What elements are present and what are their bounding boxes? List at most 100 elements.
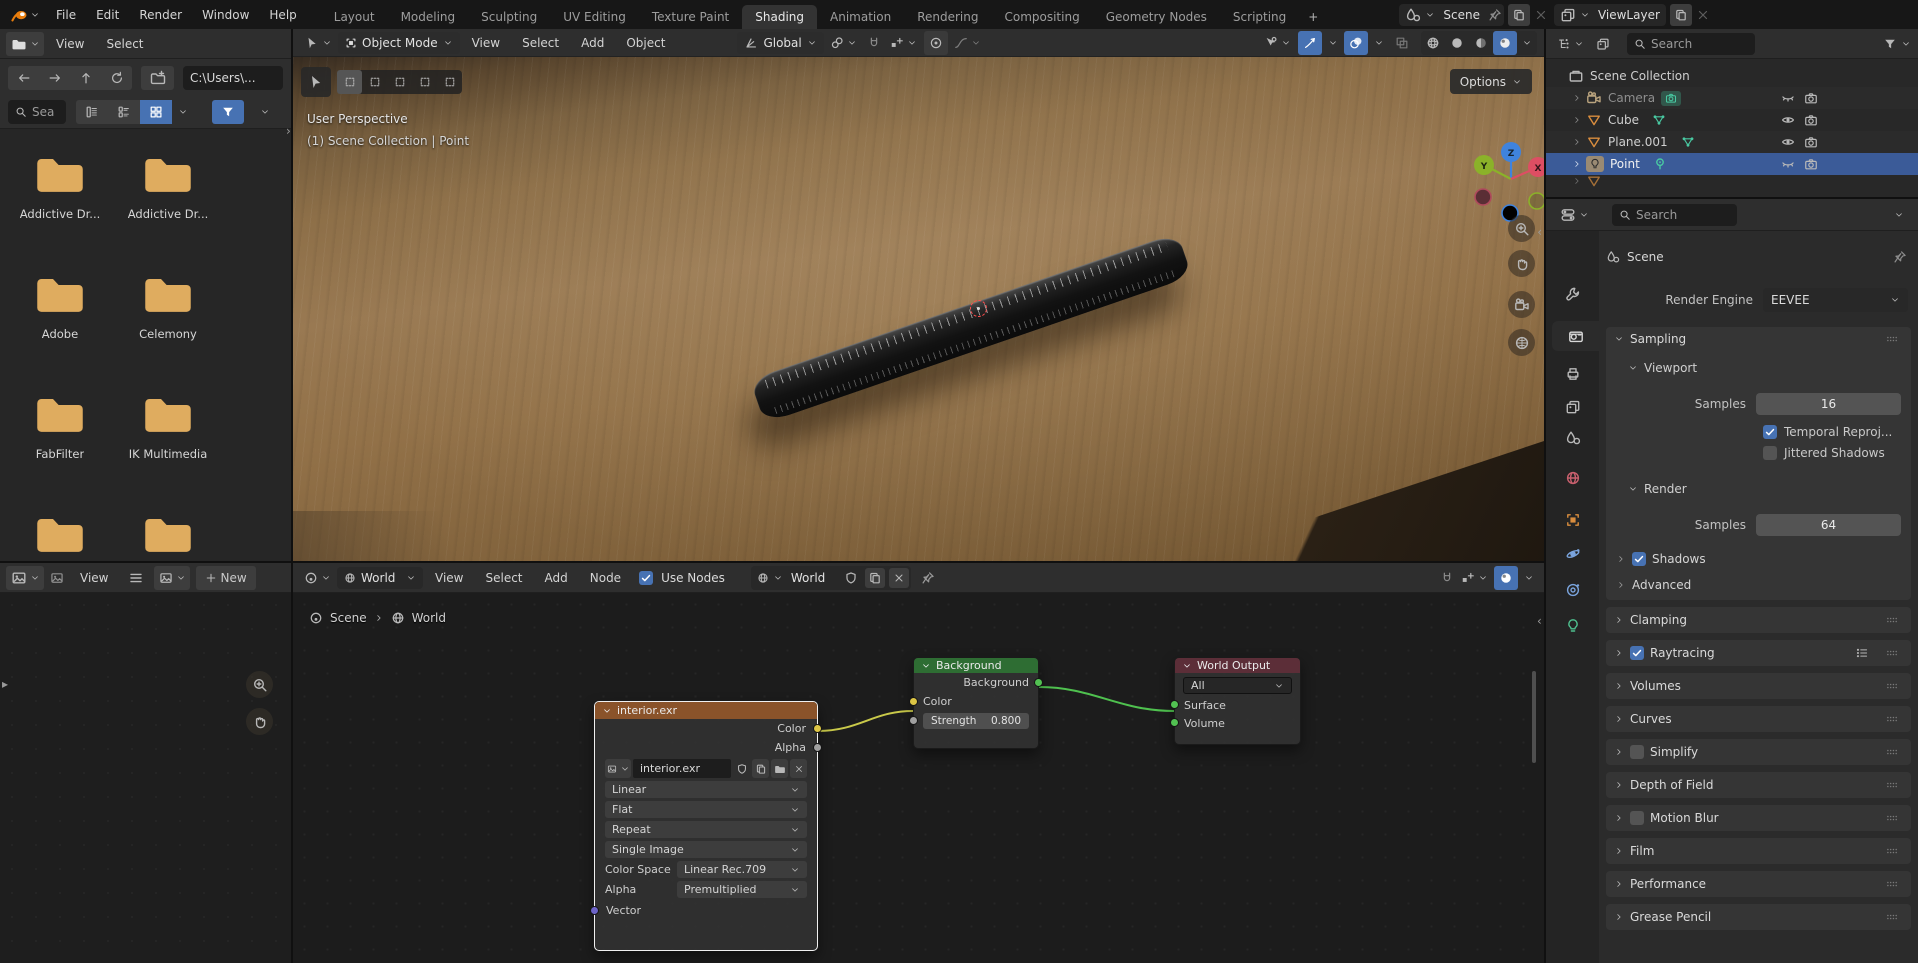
node-header[interactable]: World Output [1175, 658, 1300, 673]
panel-grease-pencil[interactable]: Grease Pencil [1606, 904, 1911, 930]
color-space-dropdown[interactable]: Linear Rec.709 [677, 861, 807, 878]
socket-color-output[interactable] [813, 724, 822, 733]
chevron-down-icon[interactable] [1182, 661, 1192, 671]
shadows-row[interactable]: Shadows [1616, 552, 1911, 566]
scene-copy-button[interactable] [1508, 4, 1530, 26]
editor-type-button[interactable] [1553, 32, 1587, 56]
menu-edit[interactable]: Edit [86, 0, 129, 29]
menu-select[interactable]: Select [475, 563, 532, 592]
shader-type-dropdown[interactable]: World [337, 567, 423, 589]
menu-view[interactable]: View [425, 563, 473, 592]
simplify-checkbox[interactable] [1630, 745, 1644, 759]
list-icon[interactable] [1855, 646, 1869, 660]
grip-icon[interactable] [1883, 680, 1901, 692]
list-item[interactable]: Addictive Dr... [114, 145, 222, 221]
preview-shading-button[interactable] [1494, 566, 1518, 590]
grid-view-button[interactable] [140, 100, 172, 124]
temporal-checkbox[interactable] [1763, 425, 1777, 439]
ortho-toggle-button[interactable] [1508, 329, 1535, 356]
motion-blur-checkbox[interactable] [1630, 811, 1644, 825]
close-icon[interactable] [1696, 8, 1710, 22]
visibility-dropdown[interactable] [1258, 31, 1296, 55]
menu-help[interactable]: Help [259, 0, 306, 29]
list-item[interactable]: Addictive Dr... [6, 145, 114, 221]
region-collapse-icon[interactable]: ‹ [1537, 225, 1542, 239]
outliner-row-camera[interactable]: Camera [1546, 87, 1918, 109]
search-input[interactable]: Sea [8, 100, 66, 124]
temporal-reprojection-row[interactable]: Temporal Reproj... [1763, 425, 1911, 439]
menu-window[interactable]: Window [192, 0, 259, 29]
duplicate-datablock-button[interactable] [865, 568, 885, 588]
proportional-edit-button[interactable] [924, 31, 948, 55]
node-header[interactable]: Background [914, 658, 1038, 673]
chevron-down-icon[interactable] [1522, 38, 1532, 48]
zoom-button[interactable] [1508, 215, 1535, 242]
filter-settings-button[interactable] [254, 100, 276, 124]
chevron-down-icon[interactable] [1901, 39, 1911, 49]
camera-restrict-icon[interactable] [1804, 157, 1818, 171]
advanced-row[interactable]: Advanced [1616, 578, 1911, 592]
app-menu-button[interactable] [0, 6, 46, 24]
sampling-panel-header[interactable]: Sampling [1606, 327, 1911, 351]
breadcrumb-scene[interactable]: Scene [1627, 250, 1664, 264]
zoom-in-button[interactable] [246, 671, 273, 698]
forward-button[interactable] [39, 66, 70, 90]
menu-add[interactable]: Add [571, 29, 614, 56]
editor-type-button[interactable] [6, 32, 44, 56]
properties-search-input[interactable]: Search [1612, 204, 1737, 226]
editor-type-button[interactable] [299, 566, 335, 590]
chevron-down-icon[interactable] [1894, 210, 1904, 220]
socket-volume-input[interactable] [1170, 718, 1179, 727]
select-box-tool-button[interactable] [301, 67, 331, 97]
tab-geometry-nodes[interactable]: Geometry Nodes [1093, 5, 1220, 29]
expand-icon[interactable] [1616, 554, 1626, 564]
output-target-dropdown[interactable]: All [1183, 677, 1292, 694]
detail-view-button[interactable] [108, 100, 140, 124]
list-item[interactable]: IK Multimedia [114, 385, 222, 461]
list-item[interactable]: Adobe [6, 265, 114, 341]
expand-icon[interactable] [1572, 115, 1582, 125]
grip-icon[interactable] [1883, 713, 1901, 725]
select-mode-extend-button[interactable] [362, 70, 387, 94]
path-field[interactable]: C:\Users\... [183, 66, 283, 90]
tab-physics[interactable] [1556, 539, 1590, 569]
panel-volumes[interactable]: Volumes [1606, 673, 1911, 699]
tab-scene[interactable] [1556, 423, 1590, 453]
shading-rendered-button[interactable] [1493, 31, 1517, 55]
snap-target-dropdown[interactable] [1456, 566, 1492, 590]
menu-object[interactable]: Object [616, 29, 675, 56]
image-editor-canvas[interactable]: ▸ [0, 593, 291, 962]
raytracing-checkbox[interactable] [1630, 646, 1644, 660]
chevron-down-icon[interactable] [602, 706, 612, 716]
node-header[interactable]: interior.exr [595, 702, 817, 719]
select-mode-subtract-button[interactable] [387, 70, 412, 94]
fake-user-button[interactable] [841, 568, 861, 588]
tab-shading[interactable]: Shading [742, 5, 817, 29]
tab-scripting[interactable]: Scripting [1220, 5, 1299, 29]
tab-uv-editing[interactable]: UV Editing [550, 5, 639, 29]
up-button[interactable] [70, 66, 101, 90]
panel-performance[interactable]: Performance [1606, 871, 1911, 897]
list-view-button[interactable] [76, 100, 108, 124]
tab-modeling[interactable]: Modeling [388, 5, 469, 29]
camera-restrict-icon[interactable] [1804, 135, 1818, 149]
magnet-icon[interactable] [867, 36, 881, 50]
image-name-field[interactable]: interior.exr [633, 759, 731, 778]
overlays-toggle-button[interactable] [1344, 31, 1368, 55]
region-expand-icon[interactable]: ▸ [2, 677, 8, 691]
grip-icon[interactable] [1883, 812, 1901, 824]
unlink-image-button[interactable] [790, 759, 807, 778]
new-folder-button[interactable] [141, 66, 174, 90]
socket-background-output[interactable] [1034, 678, 1043, 687]
add-workspace-button[interactable]: + [1299, 5, 1327, 29]
pan-hand-button[interactable] [246, 708, 273, 735]
tab-sculpting[interactable]: Sculpting [468, 5, 550, 29]
socket-surface-input[interactable] [1170, 700, 1179, 709]
select-mode-new-button[interactable] [337, 70, 362, 94]
interpolation-dropdown[interactable]: Linear [605, 781, 807, 798]
snap-target-dropdown[interactable] [886, 31, 922, 55]
shading-wireframe-button[interactable] [1421, 31, 1445, 55]
outliner-row-scene-collection[interactable]: Scene Collection [1546, 65, 1918, 87]
panel-clamping[interactable]: Clamping [1606, 607, 1911, 633]
tab-constraints[interactable] [1556, 575, 1590, 605]
